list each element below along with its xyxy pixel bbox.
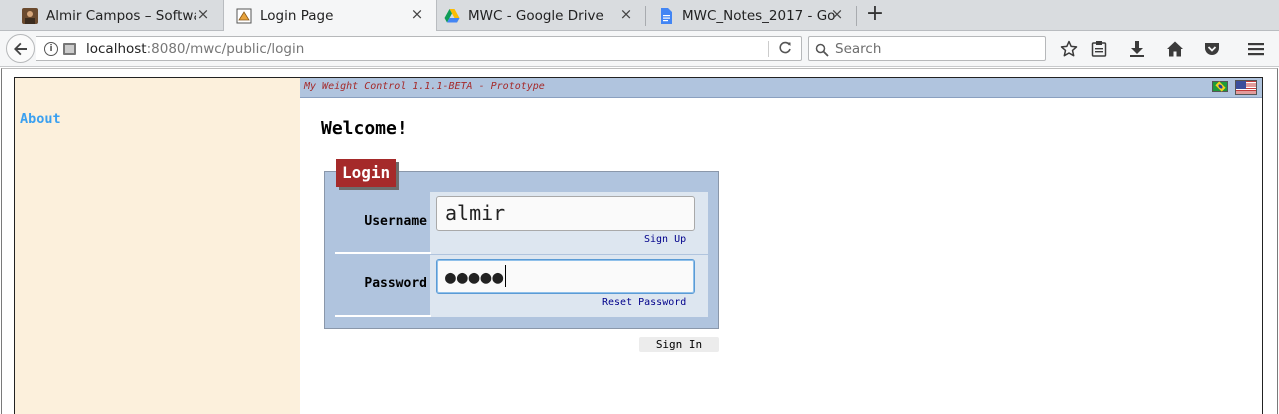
login-legend: Login bbox=[336, 159, 397, 187]
welcome-heading: Welcome! bbox=[321, 118, 408, 139]
sign-in-button[interactable]: Sign In bbox=[639, 337, 719, 352]
navigation-toolbar: i localhost:8080/mwc/public/login bbox=[0, 31, 1279, 67]
row-divider bbox=[335, 252, 431, 254]
reading-list-icon[interactable] bbox=[1088, 38, 1110, 60]
tab-label: Login Page bbox=[260, 8, 334, 24]
about-link[interactable]: About bbox=[20, 111, 61, 127]
app-header-bar: My Weight Control 1.1.1-BETA - Prototype bbox=[300, 78, 1262, 98]
scale-icon bbox=[236, 8, 252, 24]
reload-icon[interactable] bbox=[777, 41, 793, 57]
home-icon[interactable] bbox=[1164, 38, 1186, 60]
password-label: Password bbox=[364, 276, 427, 291]
close-tab-icon[interactable]: × bbox=[619, 7, 633, 22]
tab-label: MWC_Notes_2017 - Googl bbox=[682, 7, 836, 24]
search-bar[interactable] bbox=[808, 36, 1046, 61]
password-mask: ●●●●● bbox=[445, 267, 505, 288]
tab-google-docs[interactable]: MWC_Notes_2017 - Googl × bbox=[646, 0, 856, 31]
reset-password-link[interactable]: Reset Password bbox=[602, 297, 686, 308]
search-input[interactable] bbox=[835, 40, 1035, 57]
flag-usa-icon[interactable] bbox=[1235, 80, 1257, 95]
tab-almir-campos[interactable]: Almir Campos – Software × bbox=[0, 0, 222, 31]
tab-label: Almir Campos – Software bbox=[46, 7, 196, 24]
download-icon[interactable] bbox=[1126, 38, 1148, 60]
flag-circle bbox=[1217, 84, 1223, 89]
url-path: :8080/mwc/public/login bbox=[146, 40, 305, 57]
app-title: My Weight Control 1.1.1-BETA - Prototype bbox=[304, 81, 545, 92]
profile-photo-icon bbox=[22, 7, 38, 24]
tab-separator bbox=[856, 6, 857, 26]
bookmark-star-icon[interactable] bbox=[1058, 38, 1080, 60]
row-divider bbox=[335, 315, 431, 317]
pocket-icon[interactable] bbox=[1201, 38, 1223, 60]
browser-tab-strip: Almir Campos – Software × Login Page × M… bbox=[0, 0, 1279, 32]
google-docs-icon bbox=[658, 7, 674, 24]
menu-icon[interactable] bbox=[1245, 38, 1267, 60]
close-tab-icon[interactable]: × bbox=[410, 7, 424, 22]
url-bar[interactable]: i localhost:8080/mwc/public/login bbox=[36, 36, 802, 61]
url-text: localhost:8080/mwc/public/login bbox=[86, 41, 304, 57]
sign-up-link[interactable]: Sign Up bbox=[644, 234, 686, 245]
url-divider bbox=[768, 41, 769, 57]
page-viewport: About My Weight Control 1.1.1-BETA - Pro… bbox=[0, 68, 1279, 414]
flag-canton bbox=[1236, 81, 1246, 89]
url-host: localhost bbox=[86, 40, 147, 57]
tab-login-page[interactable]: Login Page × bbox=[223, 0, 437, 32]
search-icon bbox=[815, 42, 829, 57]
back-button[interactable] bbox=[6, 34, 35, 63]
password-input[interactable]: ●●●●● bbox=[436, 259, 695, 294]
flag-diamond bbox=[1214, 81, 1226, 92]
close-tab-icon[interactable]: × bbox=[196, 7, 210, 22]
close-tab-icon[interactable]: × bbox=[830, 7, 844, 22]
main-content-frame: My Weight Control 1.1.1-BETA - Prototype… bbox=[300, 77, 1263, 414]
info-icon[interactable]: i bbox=[44, 41, 58, 56]
new-tab-button[interactable]: + bbox=[864, 3, 886, 27]
username-input[interactable]: almir bbox=[436, 196, 695, 231]
flag-brazil-icon[interactable] bbox=[1212, 81, 1228, 92]
tab-label: MWC - Google Drive bbox=[468, 7, 604, 24]
left-navigation-frame: About bbox=[14, 77, 301, 414]
text-caret bbox=[505, 265, 507, 287]
google-drive-icon bbox=[444, 8, 460, 24]
username-label: Username bbox=[364, 214, 427, 229]
arrow-left-icon bbox=[13, 42, 27, 55]
page-icon bbox=[63, 42, 76, 55]
tab-google-drive[interactable]: MWC - Google Drive × bbox=[438, 0, 645, 31]
